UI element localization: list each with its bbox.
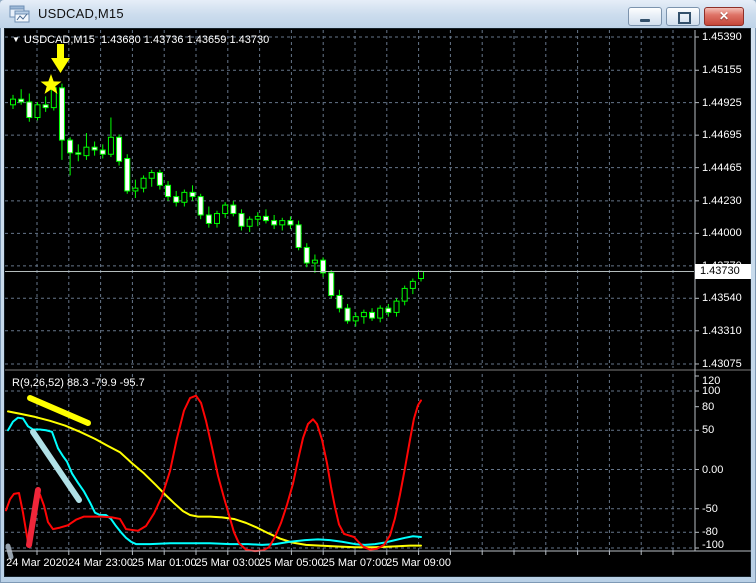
- time-axis-label: 24 Mar 2020: [6, 557, 68, 569]
- bull-candle: [360, 311, 367, 318]
- bull-candle: [279, 220, 286, 226]
- indicator-line-red: [5, 394, 422, 553]
- current-price-tag: 1.43730: [695, 264, 751, 279]
- bull-candle: [181, 191, 188, 203]
- indicator-axis-label: -100: [702, 539, 725, 551]
- window-title: USDCAD,M15: [38, 6, 124, 21]
- bear-candle: [230, 204, 237, 215]
- chart-app-icon-svg: [9, 5, 30, 23]
- indicator-line-yellow: [7, 410, 422, 549]
- time-axis-label: 25 Mar 07:00: [322, 557, 388, 569]
- time-axis-label: 24 Mar 23:00: [68, 557, 134, 569]
- bear-candle: [91, 146, 98, 151]
- price-axis-label: 1.45390: [702, 31, 742, 43]
- price-axis-label: 1.44695: [702, 129, 742, 142]
- bear-candle: [271, 220, 278, 226]
- bear-candle: [116, 136, 123, 162]
- bear-candle: [18, 98, 25, 103]
- chart-client-area[interactable]: ▼ USDCAD,M15 1.43680 1.43736 1.43659 1.43…: [4, 28, 751, 577]
- close-icon: ✕: [718, 9, 730, 23]
- bull-candle: [311, 259, 318, 264]
- bull-candle: [352, 316, 359, 322]
- bull-candle: [377, 307, 384, 319]
- sell-arrow-icon[interactable]: [51, 44, 70, 73]
- bear-candle: [328, 272, 335, 296]
- ohlc-high: 1.43736: [143, 34, 184, 46]
- chart-ohlc-header: ▼ USDCAD,M15 1.43680 1.43736 1.43659 1.43…: [12, 34, 269, 46]
- price-axis-label: 1.45155: [702, 64, 742, 77]
- indicator-axis-label: -50: [702, 502, 718, 515]
- bear-candle: [344, 307, 351, 322]
- ohlc-close: 1.43730: [229, 34, 270, 46]
- symbol-dropdown-icon[interactable]: ▼: [12, 35, 20, 44]
- indicator-axis-label: 50: [702, 424, 715, 437]
- bear-candle: [67, 139, 74, 154]
- trendline-yellow[interactable]: [27, 395, 91, 426]
- price-axis-label: 1.44230: [702, 194, 742, 207]
- bear-candle: [295, 224, 302, 248]
- bear-candle: [369, 311, 376, 319]
- ohlc-low: 1.43659: [186, 34, 227, 46]
- bull-candle: [409, 280, 416, 289]
- bull-candle: [401, 287, 408, 302]
- bear-candle: [336, 294, 343, 309]
- bull-candle: [393, 300, 400, 313]
- bear-candle: [262, 215, 269, 222]
- bear-candle: [197, 196, 204, 216]
- title-bar[interactable]: USDCAD,M15 ✕: [0, 0, 756, 28]
- maximize-icon: [678, 12, 691, 24]
- bear-candle: [156, 172, 163, 186]
- bear-candle: [173, 196, 180, 203]
- bear-candle: [165, 184, 172, 198]
- price-axis-label: 1.43540: [702, 292, 742, 305]
- bull-candle: [222, 204, 229, 215]
- time-axis-label: 25 Mar 05:00: [258, 557, 324, 569]
- chart-app-icon: [9, 5, 31, 23]
- bull-candle: [140, 177, 147, 189]
- chart-window: USDCAD,M15 ✕ ▼ USDCAD,M15 1.43680 1.43736…: [0, 0, 756, 583]
- time-axis-label: 25 Mar 01:00: [131, 557, 197, 569]
- bear-candle: [189, 191, 196, 198]
- bull-candle: [132, 187, 139, 192]
- bull-candle: [10, 98, 16, 106]
- bear-candle: [287, 220, 294, 226]
- minimize-icon: [640, 19, 650, 22]
- time-axis-label: 25 Mar 03:00: [195, 557, 261, 569]
- close-button[interactable]: ✕: [704, 7, 744, 26]
- bull-candle: [34, 104, 41, 119]
- bear-candle: [58, 87, 65, 141]
- price-axis-label: 1.44925: [702, 96, 742, 109]
- price-axis-label: 1.43075: [702, 357, 742, 370]
- bear-candle: [42, 104, 49, 109]
- chart-canvas[interactable]: [4, 28, 751, 577]
- bull-candle: [107, 136, 114, 155]
- bull-candle: [214, 213, 220, 224]
- time-axis-label: 25 Mar 09:00: [386, 557, 452, 569]
- maximize-button[interactable]: [666, 7, 700, 26]
- bull-candle: [148, 172, 155, 179]
- price-axis-label: 1.44000: [702, 227, 742, 240]
- bear-candle: [75, 152, 82, 155]
- bull-candle: [418, 270, 424, 280]
- bear-candle: [238, 213, 245, 227]
- bull-candle: [246, 218, 253, 227]
- price-axis-label: 1.44465: [702, 161, 742, 174]
- bear-candle: [205, 214, 212, 224]
- price-axis-label: 1.43310: [702, 324, 742, 337]
- bull-candle: [83, 146, 90, 157]
- bear-candle: [303, 246, 310, 264]
- bull-candle: [254, 215, 261, 220]
- bear-candle: [385, 307, 392, 313]
- indicator-axis-label: 0.00: [702, 463, 724, 476]
- bear-candle: [26, 101, 33, 119]
- chart-symbol-label: USDCAD,M15: [23, 34, 95, 46]
- minimize-button[interactable]: [628, 7, 662, 26]
- ohlc-open: 1.43680: [100, 34, 141, 46]
- bear-candle: [124, 157, 131, 192]
- indicator-label: R(9,26,52) 88.3 -79.9 -95.7: [12, 377, 145, 389]
- indicator-axis-label: 80: [702, 400, 715, 413]
- indicator-axis-label: 100: [702, 385, 721, 397]
- bear-candle: [99, 149, 106, 155]
